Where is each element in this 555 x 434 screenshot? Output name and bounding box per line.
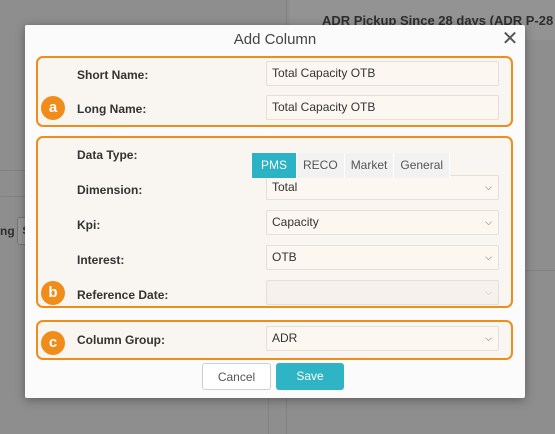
- data-type-option-market[interactable]: Market: [344, 153, 395, 178]
- section-badge-b: b: [41, 281, 65, 305]
- data-type-selector: PMS RECO Market General: [252, 153, 451, 178]
- dimension-value: Total: [272, 180, 298, 194]
- section-badge-a: a: [41, 96, 65, 120]
- long-name-input[interactable]: Total Capacity OTB: [266, 95, 499, 120]
- save-button[interactable]: Save: [276, 363, 344, 390]
- interest-value: OTB: [272, 250, 297, 264]
- kpi-select[interactable]: Capacity ⌵: [266, 210, 499, 235]
- column-group-value: ADR: [272, 331, 298, 345]
- column-group-select[interactable]: ADR ⌵: [266, 326, 499, 351]
- dimension-select[interactable]: Total ⌵: [266, 175, 499, 200]
- short-name-label: Short Name:: [77, 68, 149, 82]
- short-name-input[interactable]: Total Capacity OTB: [266, 61, 499, 86]
- close-icon[interactable]: ✕: [499, 29, 521, 51]
- data-type-option-general[interactable]: General: [394, 153, 451, 178]
- background-divider: [0, 170, 25, 171]
- background-left-text: ng: [0, 224, 15, 238]
- kpi-value: Capacity: [272, 215, 319, 229]
- chevron-down-icon: ⌵: [485, 252, 492, 262]
- cancel-button[interactable]: Cancel: [202, 363, 271, 390]
- interest-label: Interest:: [77, 253, 125, 267]
- data-type-option-reco[interactable]: RECO: [297, 153, 345, 178]
- background-divider: [525, 270, 555, 271]
- section-column-group: Column Group: ADR ⌵: [36, 320, 513, 360]
- add-column-dialog: Add Column ✕ Short Name: Total Capacity …: [25, 25, 525, 398]
- reference-date-select[interactable]: ⌵: [266, 280, 499, 305]
- data-type-option-pms[interactable]: PMS: [252, 153, 298, 178]
- reference-date-label: Reference Date:: [77, 288, 169, 302]
- chevron-down-icon: ⌵: [485, 333, 492, 343]
- chevron-down-icon: ⌵: [485, 182, 492, 192]
- column-group-label: Column Group:: [77, 333, 165, 347]
- section-badge-c: c: [41, 331, 65, 355]
- chevron-down-icon: ⌵: [485, 287, 492, 297]
- kpi-label: Kpi:: [77, 218, 101, 232]
- section-names: Short Name: Total Capacity OTB Long Name…: [36, 56, 513, 127]
- dimension-label: Dimension:: [77, 183, 143, 197]
- dialog-title: Add Column: [233, 31, 317, 48]
- long-name-label: Long Name:: [77, 102, 147, 116]
- chevron-down-icon: ⌵: [485, 217, 492, 227]
- interest-select[interactable]: OTB ⌵: [266, 245, 499, 270]
- background-divider: [268, 398, 269, 434]
- data-type-label: Data Type:: [77, 148, 138, 162]
- background-divider: [0, 196, 25, 197]
